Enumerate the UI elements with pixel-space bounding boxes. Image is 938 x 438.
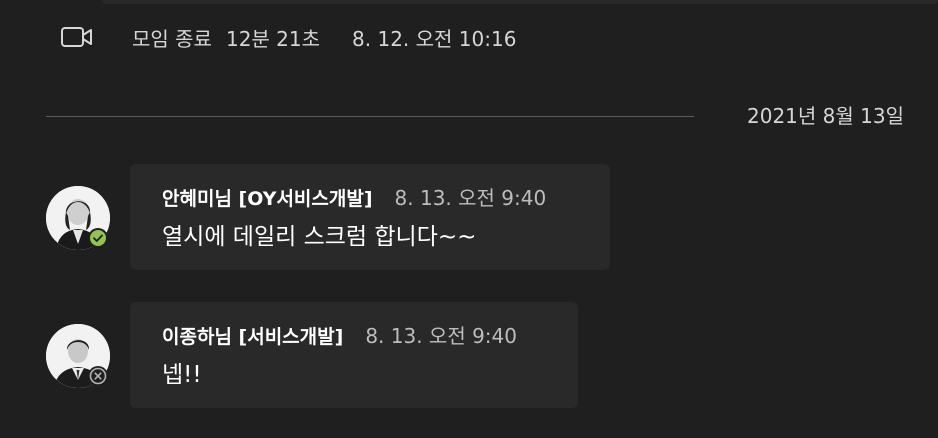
date-divider-label: 2021년 8월 13일 — [747, 104, 904, 128]
message-timestamp: 8. 13. 오전 9:40 — [365, 324, 517, 348]
meeting-duration: 12분 21초 — [225, 26, 321, 51]
message-author[interactable]: 안혜미님 [OY서비스개발] — [162, 184, 373, 211]
message-timestamp: 8. 13. 오전 9:40 — [394, 186, 547, 210]
meeting-end-time: 8. 12. 오전 10:16 — [352, 26, 517, 51]
previous-message-card — [102, 0, 938, 4]
presence-offline-icon — [88, 366, 108, 386]
message-bubble[interactable]: 안혜미님 [OY서비스개발] 8. 13. 오전 9:40 열시에 데일리 스크… — [130, 164, 610, 270]
chat-view: 모임 종료 12분 21초 8. 12. 오전 10:16 2021년 8월 1… — [0, 0, 938, 438]
message-text: 열시에 데일리 스크럼 합니다~~ — [162, 224, 477, 250]
presence-available-icon — [88, 228, 108, 248]
meeting-ended-event: 모임 종료 12분 21초 8. 12. 오전 10:16 — [60, 20, 516, 54]
video-camera-icon — [60, 24, 96, 50]
date-divider-line — [46, 116, 694, 117]
message-author[interactable]: 이종하님 [서비스개발] — [162, 322, 343, 349]
message-bubble[interactable]: 이종하님 [서비스개발] 8. 13. 오전 9:40 넵!! — [130, 302, 578, 408]
message-text: 넵!! — [162, 362, 202, 388]
meeting-ended-label: 모임 종료 — [132, 26, 212, 51]
